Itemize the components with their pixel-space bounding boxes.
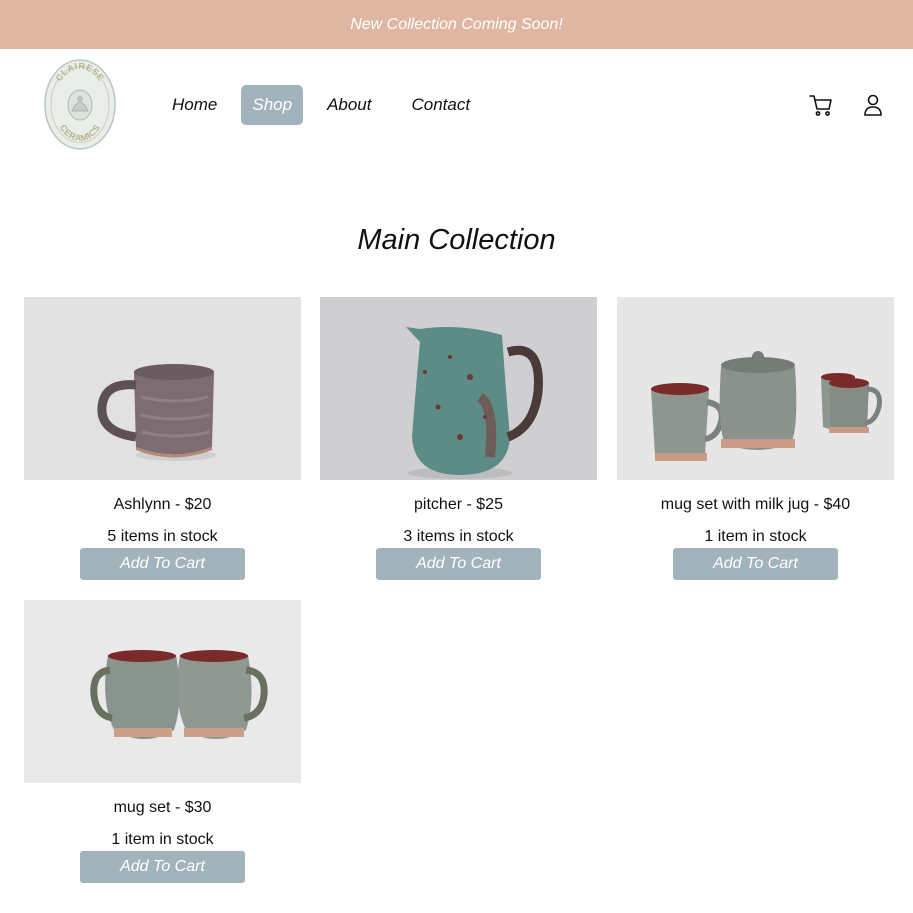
user-icon[interactable] [860,92,886,118]
clairese-ceramics-logo[interactable]: CLAIRESE CERAMICS [44,59,116,150]
product-card: pitcher - $25 3 items in stock Add To Ca… [320,297,597,580]
nav-about-label: About [327,95,372,114]
add-to-cart-button[interactable]: Add To Cart [673,548,838,580]
nav-contact-label: Contact [411,95,471,114]
product-name: pitcher - $25 [414,496,503,513]
product-card: Ashlynn - $20 5 items in stock Add To Ca… [24,297,301,580]
product-name: Ashlynn - $20 [113,496,212,513]
site-header: CLAIRESE CERAMICS Home Shop About Contac… [0,49,913,161]
cart-icon[interactable] [808,92,834,118]
product-image-mug-set[interactable] [24,600,301,783]
product-card: mug set - $30 1 item in stock Add To Car… [24,600,301,883]
nav-contact[interactable]: Contact [396,85,487,125]
nav-home-label: Home [172,95,218,114]
add-to-cart-button[interactable]: Add To Cart [376,548,541,580]
nav-home[interactable]: Home [156,85,233,125]
page-title: Main Collection [357,224,556,256]
nav-shop[interactable]: Shop [241,85,304,125]
main-navigation: Home Shop About Contact [156,85,494,125]
product-image-mug[interactable] [24,297,301,480]
add-to-cart-button[interactable]: Add To Cart [80,851,245,883]
nav-shop-label: Shop [252,95,293,114]
product-name: mug set - $30 [113,799,212,816]
product-card: mug set with milk jug - $40 1 item in st… [617,297,894,580]
product-stock: 3 items in stock [403,528,514,545]
product-stock: 1 item in stock [111,831,214,848]
product-image-mug-set-with-jug[interactable] [617,297,894,480]
product-stock: 5 items in stock [107,528,218,545]
add-to-cart-button[interactable]: Add To Cart [80,548,245,580]
banner-text: New Collection Coming Soon! [350,15,563,33]
product-stock: 1 item in stock [704,528,807,545]
product-name: mug set with milk jug - $40 [660,496,851,513]
announcement-banner: New Collection Coming Soon! [0,0,913,49]
product-image-pitcher[interactable] [320,297,597,480]
nav-about[interactable]: About [311,85,387,125]
